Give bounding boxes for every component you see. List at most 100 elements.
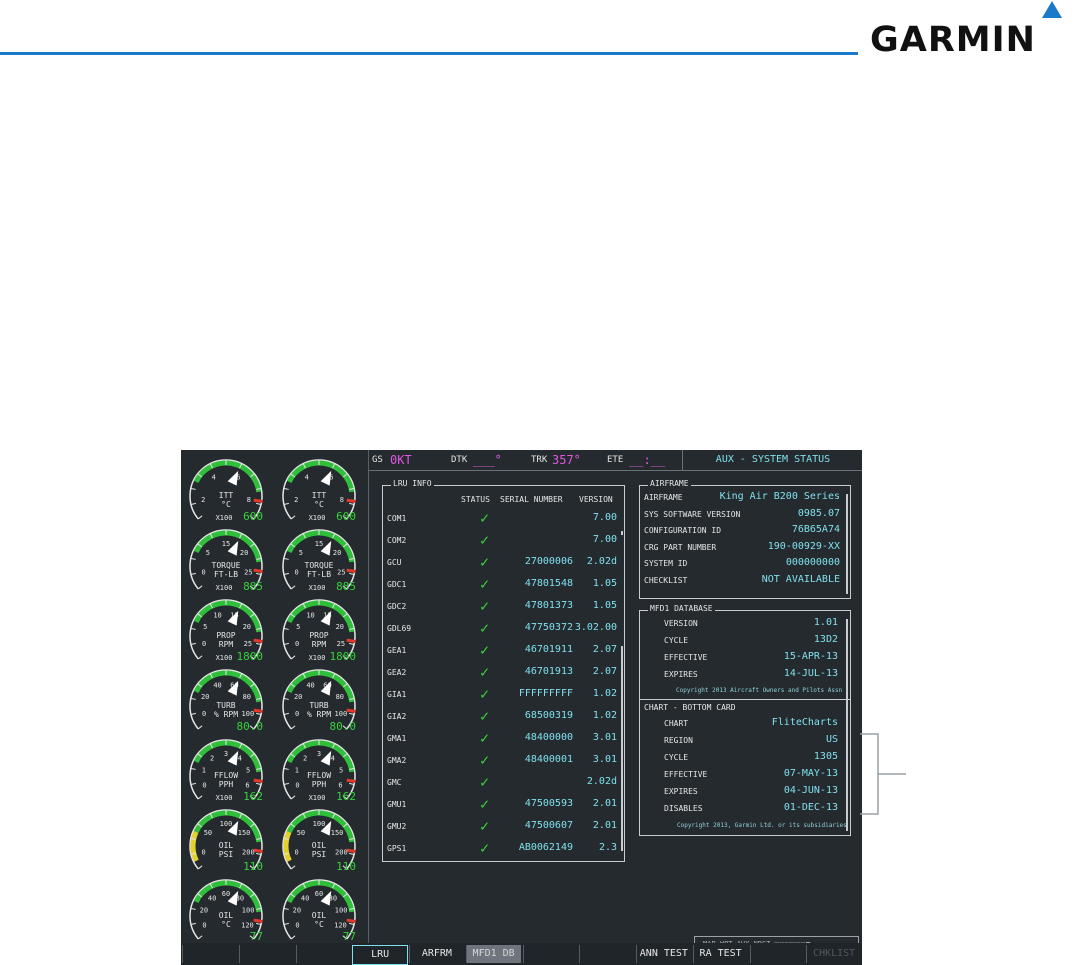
gauge-tick-label: 5 <box>339 767 343 775</box>
engine-gauge: 0510152025PROPRPMX1001800 <box>282 599 356 663</box>
lru-serial: AB0062149 <box>518 842 573 853</box>
lru-serial: 47801373 <box>524 600 573 611</box>
gauge-unit: % RPM <box>214 710 238 719</box>
list-item: EFFECTIVE 15-APR-13 <box>640 651 845 667</box>
gauge-tick-label: 40 <box>213 682 221 690</box>
gauge-tick-label: 60 <box>222 890 230 898</box>
mfd1-database-title: MFD1 DATABASE <box>648 604 715 613</box>
lru-name: GDC1 <box>387 580 407 589</box>
database-value: 14-JUL-13 <box>783 668 838 679</box>
gauge-tick-label: 100 <box>242 710 255 718</box>
list-item: SYS SOFTWARE VERSION 0985.07 <box>640 508 845 524</box>
lru-serial: 46701911 <box>524 644 573 655</box>
gauge-pointer-icon <box>320 470 332 486</box>
gauge-unit: FT-LB <box>214 570 238 579</box>
table-row: GMU2 ✓ 47500607 2.01 <box>383 817 621 842</box>
gauge-name: ITT <box>312 491 327 500</box>
gauge-tick-label: 25 <box>337 568 345 576</box>
softkey-ann-test[interactable]: ANN TEST <box>636 945 691 963</box>
engine-gauge: 020406080100120OIL°C77 <box>282 879 356 943</box>
lru-serial: 27000006 <box>524 556 573 567</box>
gauge-tick-label: 80 <box>336 693 344 701</box>
garmin-logo: GARMIN <box>870 20 1036 60</box>
checkmark-icon: ✓ <box>480 509 490 527</box>
checkmark-icon: ✓ <box>480 663 490 681</box>
checkmark-icon: ✓ <box>480 619 490 637</box>
lru-version: 2.01 <box>592 798 617 809</box>
list-item: REGION US <box>640 734 845 750</box>
database-copyright: Copyright 2013 Aircraft Owners and Pilot… <box>676 687 843 694</box>
gauge-name: TURB <box>216 701 235 710</box>
softkey-arfrm[interactable]: ARFRM <box>409 945 464 963</box>
gauge-tick-label: 20 <box>201 693 209 701</box>
gauge-tick-label: 20 <box>333 549 341 557</box>
gauge-tick-label: 25 <box>337 640 345 648</box>
lru-scrollbar[interactable] <box>621 646 623 851</box>
lru-serial: 47750372 <box>524 622 573 633</box>
softkey-mfd1-db[interactable]: MFD1 DB <box>465 945 521 963</box>
table-row: GMU1 ✓ 47500593 2.01 <box>383 795 621 820</box>
lru-name: GIA2 <box>387 712 407 721</box>
gauge-unit: RPM <box>312 640 327 649</box>
airframe-label: CHECKLIST <box>644 575 688 585</box>
gauge-name: OIL <box>312 841 327 850</box>
gauge-scale: X100 <box>309 584 326 592</box>
lru-name: GEA1 <box>387 646 407 655</box>
page-title: AUX - SYSTEM STATUS <box>682 450 862 470</box>
gauge-tick-label: 120 <box>334 921 347 929</box>
database-label: EXPIRES <box>664 670 698 679</box>
softkey-blank-7[interactable] <box>522 945 578 963</box>
database-label: EFFECTIVE <box>664 653 708 662</box>
lru-serial: 68500319 <box>524 710 573 721</box>
chart-label: CYCLE <box>664 753 689 762</box>
gauge-tick-label: 8 <box>340 496 344 504</box>
lru-version: 7.00 <box>592 534 617 545</box>
airframe-value: 0985.07 <box>797 507 840 519</box>
softkey-blank-1[interactable] <box>182 945 237 963</box>
softkey-blank-3[interactable] <box>295 945 351 963</box>
gauge-tick-label: 200 <box>335 848 348 856</box>
gauge-tick-label: 100 <box>220 820 233 828</box>
gauge-tick-label: 5 <box>296 623 300 631</box>
airframe-value: NOT AVAILABLE <box>761 573 840 585</box>
lru-version: 7.00 <box>592 512 617 523</box>
gauge-tick-label: 4 <box>331 755 335 763</box>
engine-gauge: 020406080100120OIL°C77 <box>189 879 263 943</box>
gauge-tick-label: 2 <box>294 496 298 504</box>
table-row: GIA2 ✓ 68500319 1.02 <box>383 707 621 732</box>
softkey-ra-test[interactable]: RA TEST <box>692 945 748 963</box>
gauge-unit: FT-LB <box>307 570 331 579</box>
lru-info-panel: LRU INFO STATUS SERIAL NUMBER VERSION CO… <box>382 479 625 862</box>
gs-value: 0KT <box>390 453 412 467</box>
list-item: VERSION 1.01 <box>640 617 845 633</box>
checkmark-icon: ✓ <box>480 685 490 703</box>
airframe-scrollbar[interactable] <box>846 494 848 594</box>
softkey-lru[interactable]: LRU <box>352 945 408 965</box>
list-item: CRG PART NUMBER 190-00929-XX <box>640 541 845 557</box>
softkey-blank-8[interactable] <box>579 945 634 963</box>
gauge-unit: PPH <box>219 780 234 789</box>
lru-serial: 48400001 <box>524 754 573 765</box>
chart-label: REGION <box>664 736 693 745</box>
gauge-tick-label: 120 <box>241 921 254 929</box>
gauge-value: 162 <box>336 790 356 803</box>
engine-gauge: 0 12 3 45 6 FFLOWPPH X100 162 <box>282 739 356 803</box>
mfd1-database-panel: MFD1 DATABASE VERSION 1.01 CYCLE 13D2 EFFECT… <box>639 604 851 836</box>
gauge-tick-label: 60 <box>315 890 323 898</box>
gauge-unit: PSI <box>219 850 234 859</box>
softkey-blank-2[interactable] <box>238 945 294 963</box>
gauge-tick-label: 0 <box>202 710 206 718</box>
lru-version: 2.3 <box>598 842 617 853</box>
lru-name: GMU1 <box>387 800 407 809</box>
lru-name: GCU <box>387 558 402 567</box>
lru-name: GMA2 <box>387 756 407 765</box>
gauge-tick-label: 20 <box>240 549 248 557</box>
softkey-chklist[interactable]: CHKLIST <box>806 945 861 963</box>
gauge-tick-label: 20 <box>294 693 302 701</box>
database-label: VERSION <box>664 619 698 628</box>
gauge-name: OIL <box>219 841 234 850</box>
softkey-blank-11[interactable] <box>749 945 805 963</box>
lru-version: 2.07 <box>592 644 617 655</box>
database-scrollbar[interactable] <box>846 619 848 831</box>
gauge-unit: RPM <box>219 640 234 649</box>
